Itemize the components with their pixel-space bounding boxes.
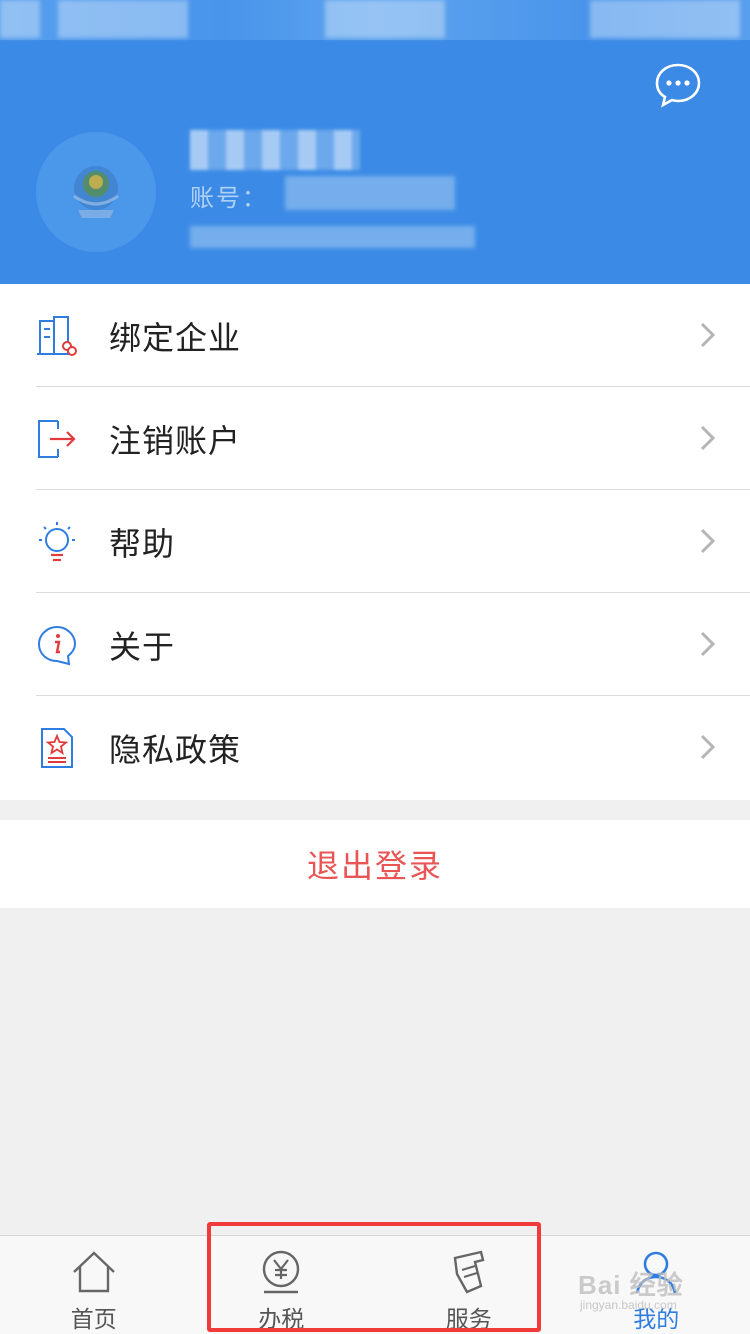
yen-coin-icon [263, 1250, 300, 1294]
settings-menu: 绑定企业 注销账户 帮助 关于 隐私政策 [0, 284, 750, 800]
menu-item-label: 绑定企业 [109, 319, 242, 356]
home-icon [72, 1251, 115, 1293]
menu-item-cancel-account[interactable]: 注销账户 [0, 387, 750, 490]
status-blur [0, 0, 40, 38]
logout-button[interactable]: 退出登录 [0, 820, 750, 908]
message-button[interactable] [655, 62, 701, 108]
chevron-right-icon [700, 734, 716, 760]
tab-label: 服务 [445, 1306, 492, 1332]
logout-label: 退出登录 [306, 848, 443, 884]
watermark-logo: Bai 经验 [578, 1270, 684, 1300]
document-star-icon [36, 727, 78, 769]
lightbulb-icon [36, 521, 78, 563]
status-blur [590, 0, 740, 38]
menu-item-privacy-policy[interactable]: 隐私政策 [0, 696, 750, 799]
account-number-masked [285, 176, 455, 210]
chevron-right-icon [700, 425, 716, 451]
tab-label: 首页 [70, 1306, 117, 1332]
user-name-masked [190, 130, 360, 170]
profile-page: 账号： 绑定企业 注销账户 帮助 关于 隐私政策 退出登录 首页 办税 服务 我… [0, 0, 750, 1334]
tab-home[interactable]: 首页 [0, 1236, 188, 1334]
service-tag-icon [453, 1250, 485, 1294]
menu-item-label: 注销账户 [109, 422, 242, 459]
watermark-url: jingyan.baidu.com [580, 1298, 677, 1312]
profile-header: 账号： [0, 0, 750, 284]
account-label: 账号： [190, 185, 268, 212]
menu-item-help[interactable]: 帮助 [0, 490, 750, 593]
tab-tax[interactable]: 办税 [188, 1236, 376, 1334]
tax-emblem-icon [73, 166, 119, 218]
menu-item-label: 帮助 [109, 525, 176, 562]
menu-item-about[interactable]: 关于 [0, 593, 750, 696]
chevron-right-icon [700, 631, 716, 657]
status-blur [325, 0, 445, 38]
exit-arrow-icon [36, 418, 78, 460]
tab-label: 办税 [258, 1306, 305, 1332]
menu-item-label: 隐私政策 [109, 731, 242, 768]
chevron-right-icon [700, 528, 716, 554]
menu-item-label: 关于 [109, 628, 176, 665]
account-info-masked [190, 226, 475, 248]
building-link-icon [36, 315, 78, 357]
info-icon [36, 624, 78, 666]
chevron-right-icon [700, 322, 716, 348]
chat-bubble-icon [655, 63, 701, 108]
tab-service[interactable]: 服务 [375, 1236, 563, 1334]
status-blur [58, 0, 188, 38]
menu-item-bind-company[interactable]: 绑定企业 [0, 284, 750, 387]
avatar[interactable] [36, 132, 156, 252]
